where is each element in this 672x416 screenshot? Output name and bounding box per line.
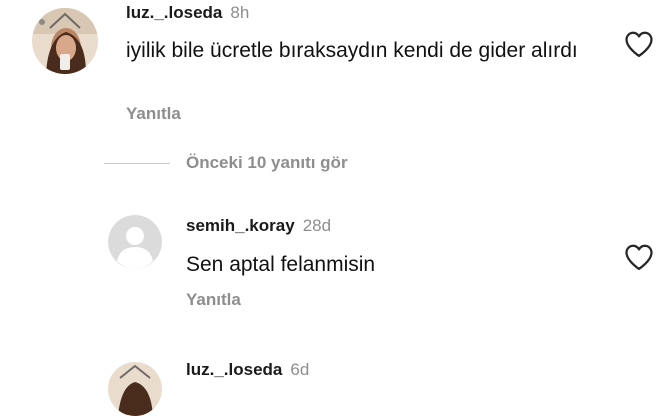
username-text[interactable]: semih_.koray xyxy=(186,216,295,235)
view-previous-replies-label: Önceki 10 yanıtı gör xyxy=(186,153,348,172)
comment-username[interactable]: luz._.loseda 8h xyxy=(126,3,249,23)
comment-text: iyilik bile ücretle bıraksaydın kendi de… xyxy=(126,39,578,62)
comment-username[interactable]: semih_.koray 28d xyxy=(186,216,331,236)
comment-time: 6d xyxy=(290,360,310,379)
reply-button[interactable]: Yanıtla xyxy=(126,104,181,124)
comment-time: 28d xyxy=(302,216,332,235)
comment-time: 8h xyxy=(230,3,250,22)
heart-outline-icon xyxy=(625,31,653,57)
like-button[interactable] xyxy=(624,243,654,271)
comment-username[interactable]: luz._.loseda 6d xyxy=(186,360,309,380)
heart-outline-icon xyxy=(625,244,653,270)
like-button[interactable] xyxy=(624,30,654,58)
divider-line xyxy=(104,162,170,164)
username-text[interactable]: luz._.loseda xyxy=(126,3,222,22)
avatar[interactable] xyxy=(108,362,162,416)
username-text[interactable]: luz._.loseda xyxy=(186,360,282,379)
default-avatar-icon xyxy=(108,215,162,269)
avatar[interactable] xyxy=(32,8,98,74)
comment-text: Sen aptal felanmisin xyxy=(186,253,376,276)
view-previous-replies-button[interactable]: Önceki 10 yanıtı gör xyxy=(104,152,348,174)
avatar[interactable] xyxy=(108,215,162,269)
reply-button[interactable]: Yanıtla xyxy=(186,290,241,310)
user-photo-icon xyxy=(108,362,162,416)
user-photo-icon xyxy=(32,8,98,74)
